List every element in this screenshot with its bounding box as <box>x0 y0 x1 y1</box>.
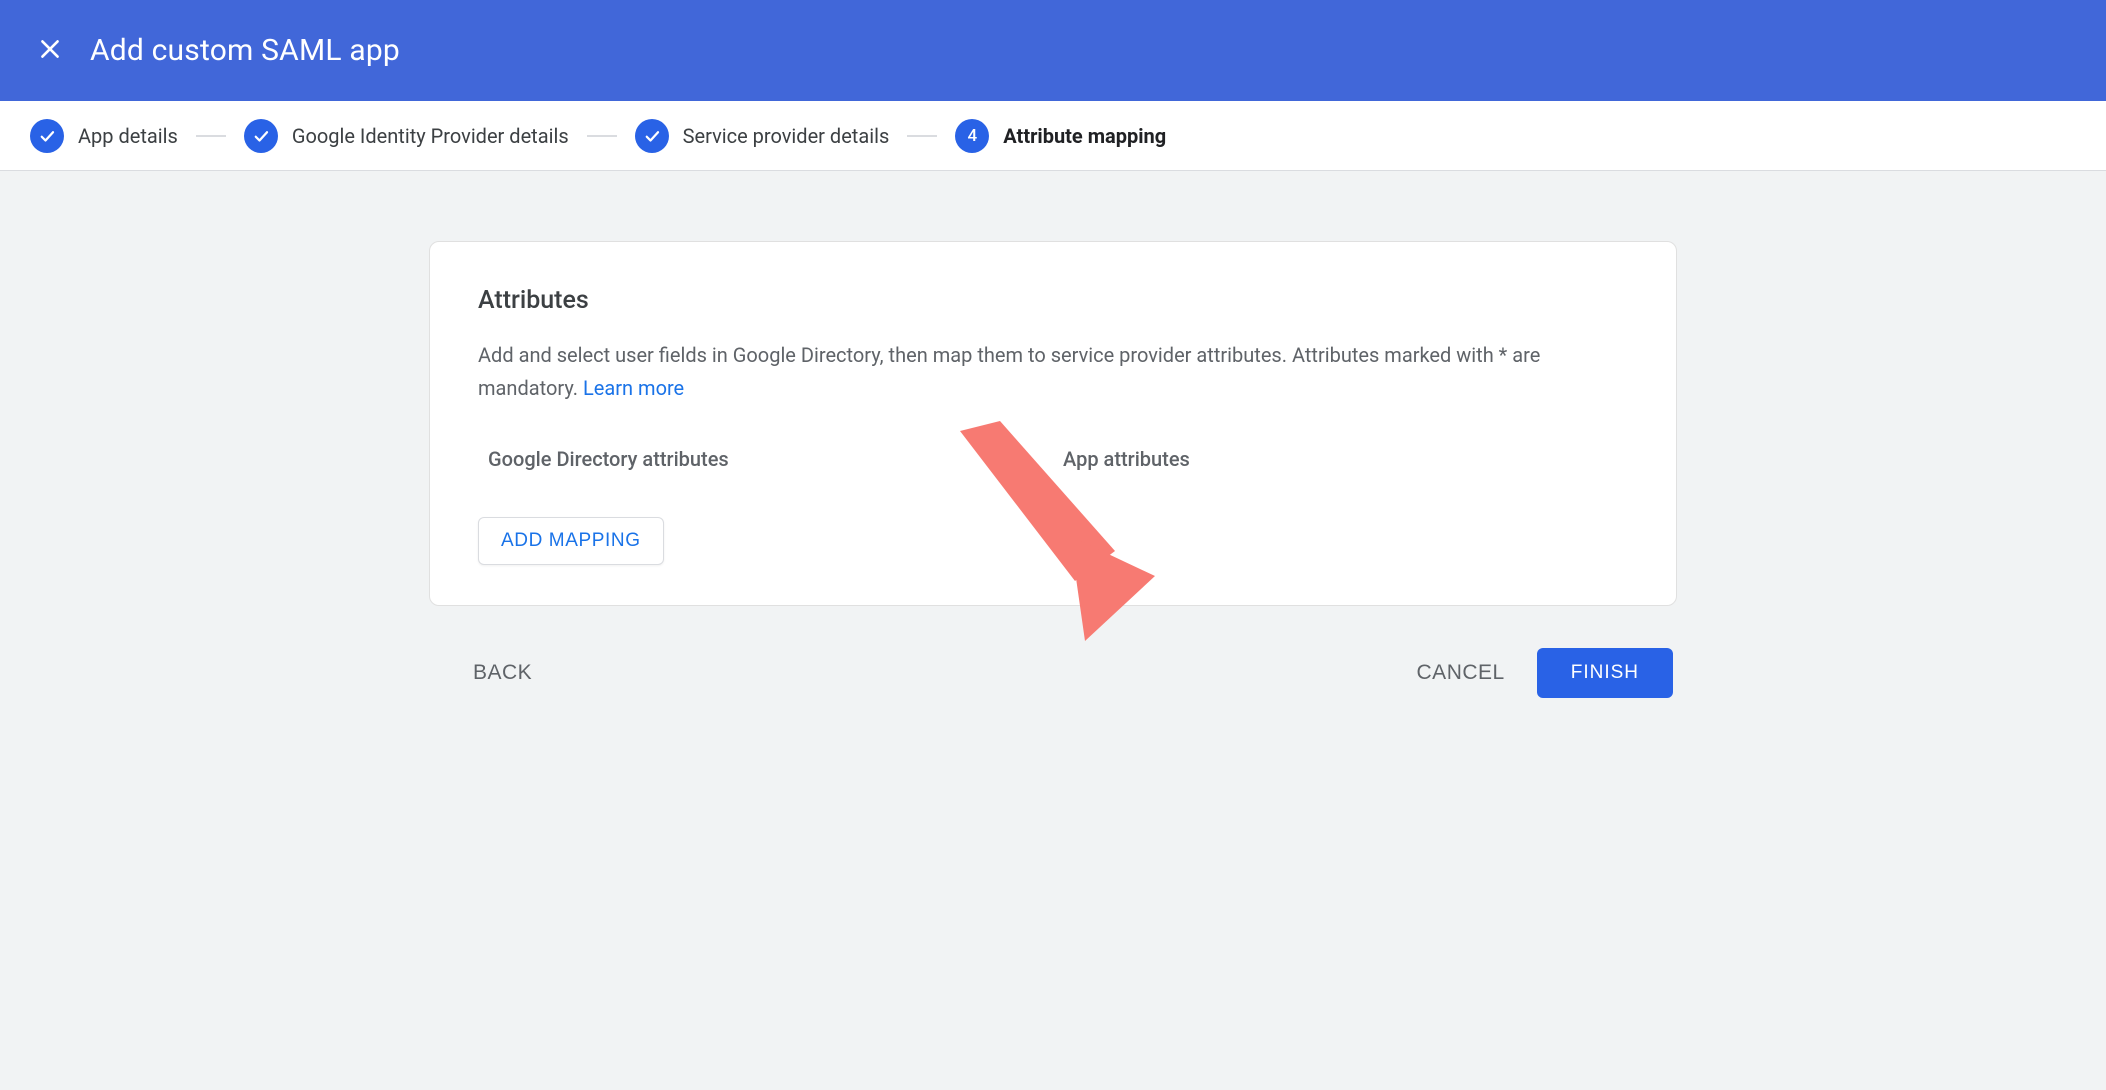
step-attribute-mapping[interactable]: 4 Attribute mapping <box>955 119 1166 153</box>
step-idp-details[interactable]: Google Identity Provider details <box>244 119 569 153</box>
step-number-badge: 4 <box>955 119 989 153</box>
back-button[interactable]: BACK <box>469 651 536 695</box>
step-label: App details <box>78 124 178 148</box>
content-area: Attributes Add and select user fields in… <box>0 171 2106 698</box>
step-label: Google Identity Provider details <box>292 124 569 148</box>
footer-actions: BACK CANCEL FINISH <box>429 648 1677 698</box>
attribute-columns: Google Directory attributes App attribut… <box>478 447 1628 471</box>
google-directory-attributes-header: Google Directory attributes <box>478 447 1053 471</box>
close-icon <box>37 36 63 66</box>
step-connector <box>907 135 937 137</box>
card-heading: Attributes <box>478 286 1628 315</box>
learn-more-link[interactable]: Learn more <box>583 376 684 400</box>
check-icon <box>635 119 669 153</box>
finish-button[interactable]: FINISH <box>1537 648 1673 698</box>
cancel-button[interactable]: CANCEL <box>1413 651 1509 695</box>
add-mapping-button[interactable]: ADD MAPPING <box>478 517 664 565</box>
close-button[interactable] <box>28 29 72 73</box>
step-connector <box>196 135 226 137</box>
card-description: Add and select user fields in Google Dir… <box>478 339 1568 405</box>
step-sp-details[interactable]: Service provider details <box>635 119 890 153</box>
dialog-title: Add custom SAML app <box>90 33 400 68</box>
app-attributes-header: App attributes <box>1053 447 1628 471</box>
check-icon <box>30 119 64 153</box>
step-label: Service provider details <box>683 124 890 148</box>
stepper: App details Google Identity Provider det… <box>0 101 2106 171</box>
step-label: Attribute mapping <box>1003 124 1166 148</box>
check-icon <box>244 119 278 153</box>
attributes-card: Attributes Add and select user fields in… <box>429 241 1677 606</box>
step-app-details[interactable]: App details <box>30 119 178 153</box>
step-connector <box>587 135 617 137</box>
dialog-header: Add custom SAML app <box>0 0 2106 101</box>
